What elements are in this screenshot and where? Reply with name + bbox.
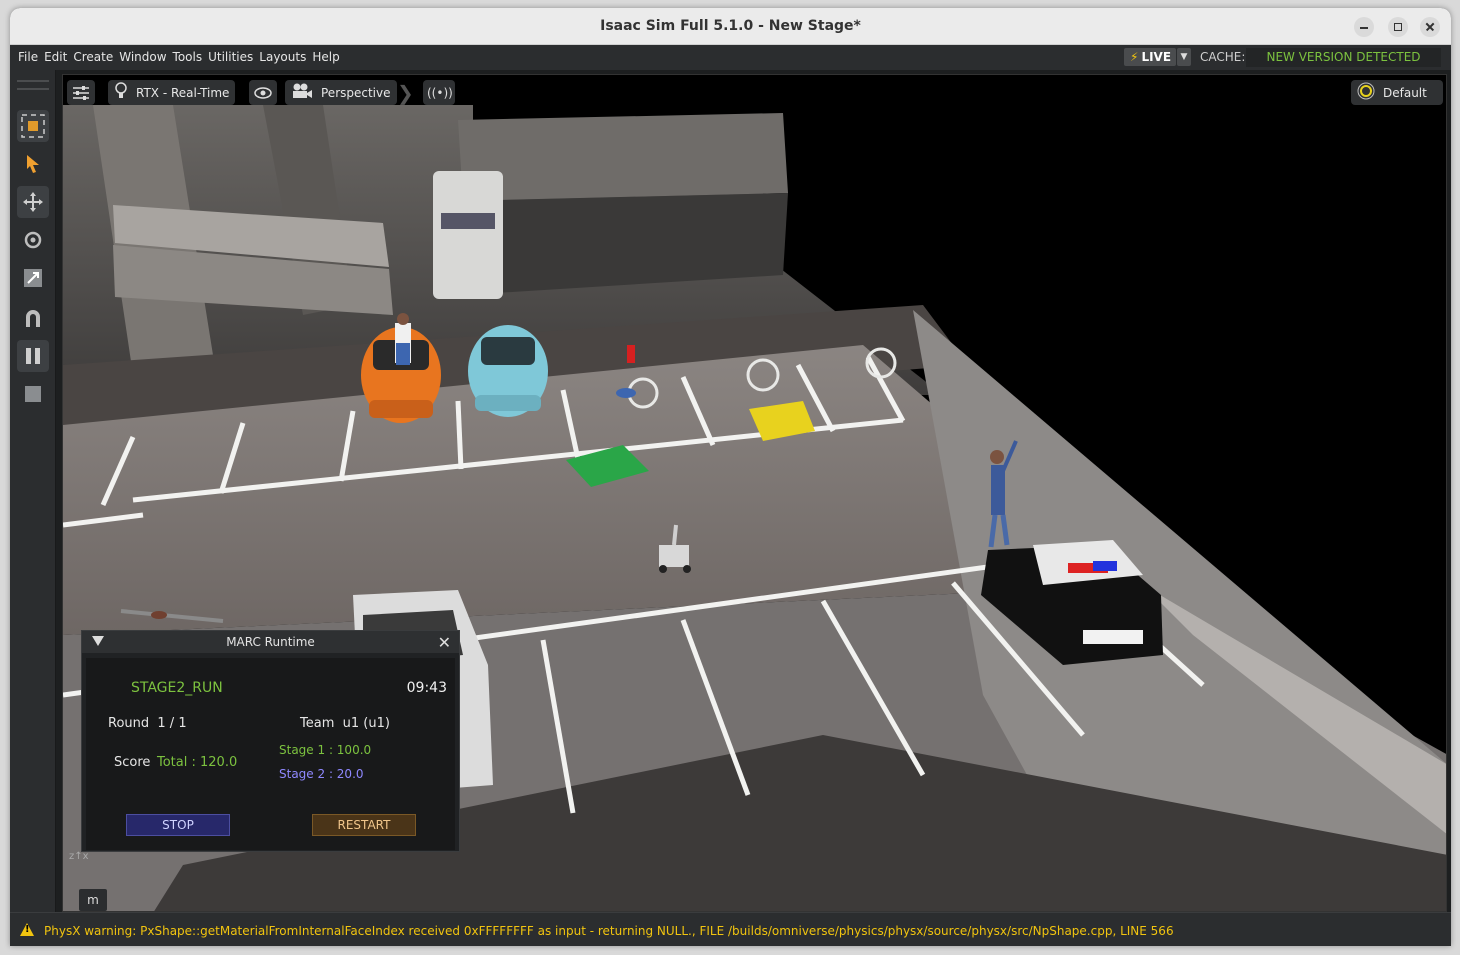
- score-total: Total : 120.0: [157, 755, 238, 770]
- chevron-down-icon: ▼: [1180, 52, 1188, 62]
- axis-gizmo: z↑x: [69, 851, 89, 862]
- chevron-right-icon: ❯: [397, 80, 414, 105]
- person-sitting: [395, 313, 411, 365]
- cube-select-icon: [21, 114, 45, 138]
- menu-tools[interactable]: Tools: [173, 50, 203, 64]
- toolbar-chevron[interactable]: ❯: [397, 80, 414, 105]
- move-tool-button[interactable]: [17, 186, 49, 218]
- app-window: Isaac Sim Full 5.1.0 - New Stage* File E…: [10, 8, 1451, 946]
- close-window-button[interactable]: [1420, 17, 1440, 37]
- left-toolbar: [10, 70, 56, 912]
- toolbar-grip[interactable]: [17, 80, 49, 90]
- broadcast-button[interactable]: ((•)): [423, 80, 455, 105]
- marc-title: MARC Runtime: [226, 635, 315, 649]
- sun-icon: [1357, 82, 1375, 104]
- close-icon[interactable]: ✕: [438, 632, 451, 654]
- menu-help[interactable]: Help: [312, 50, 339, 64]
- scale-icon: [24, 269, 42, 287]
- stage1-score: Stage 1 : 100.0: [279, 743, 372, 757]
- menu-edit[interactable]: Edit: [44, 50, 67, 64]
- live-label: LIVE: [1141, 50, 1172, 64]
- stop-icon: [25, 386, 41, 402]
- menu-window[interactable]: Window: [119, 50, 166, 64]
- lighting-button[interactable]: Default: [1351, 80, 1443, 105]
- marc-body: STAGE2_RUN 09:43 Round 1 / 1 Team u1 (u1…: [86, 658, 455, 850]
- lighting-label: Default: [1383, 85, 1427, 100]
- pause-button[interactable]: [17, 340, 49, 372]
- lightbulb-icon: [114, 81, 128, 104]
- warning-icon: [20, 923, 34, 936]
- team-info: Team u1 (u1): [300, 716, 390, 731]
- stage2-score: Stage 2 : 20.0: [279, 767, 364, 781]
- magnet-icon: [26, 310, 40, 327]
- sliders-icon: [73, 85, 89, 100]
- run-state: STAGE2_RUN: [131, 680, 223, 696]
- marc-header[interactable]: MARC Runtime ✕: [82, 631, 459, 653]
- menu-utilities[interactable]: Utilities: [208, 50, 253, 64]
- select-mode-button[interactable]: [17, 110, 49, 142]
- team-label: Team: [300, 716, 335, 731]
- run-timer: 09:43: [406, 680, 447, 696]
- minimize-button[interactable]: [1354, 17, 1374, 37]
- eye-icon: [254, 86, 272, 99]
- rotate-icon: [24, 231, 42, 249]
- menu-bar: File Edit Create Window Tools Utilities …: [10, 45, 1451, 70]
- round-label: Round: [108, 716, 150, 731]
- menu-layouts[interactable]: Layouts: [259, 50, 306, 64]
- menu-file[interactable]: File: [18, 50, 38, 64]
- main-menu: File Edit Create Window Tools Utilities …: [18, 50, 340, 64]
- visibility-button[interactable]: [249, 80, 277, 105]
- pause-icon: [26, 348, 40, 364]
- overlay-key[interactable]: m: [79, 889, 107, 911]
- marc-runtime-panel: MARC Runtime ✕ STAGE2_RUN 09:43 Round 1 …: [81, 630, 460, 852]
- render-mode-button[interactable]: RTX - Real-Time: [108, 80, 236, 105]
- rotate-tool-button[interactable]: [17, 224, 49, 256]
- scale-tool-button[interactable]: [17, 262, 49, 294]
- lightning-icon: ⚡: [1130, 50, 1139, 64]
- title-bar: Isaac Sim Full 5.1.0 - New Stage*: [10, 8, 1451, 45]
- select-tool-button[interactable]: [17, 148, 49, 180]
- render-mode-label: RTX - Real-Time: [136, 85, 230, 100]
- team-value: u1 (u1): [342, 716, 390, 731]
- status-message[interactable]: PhysX warning: PxShape::getMaterialFromI…: [44, 924, 1174, 938]
- round-value: 1 / 1: [157, 716, 187, 731]
- cache-status[interactable]: NEW VERSION DETECTED: [1246, 48, 1441, 67]
- fire-hydrant: [627, 345, 635, 363]
- camera-label: Perspective: [321, 85, 391, 100]
- broadcast-icon: ((•)): [427, 85, 453, 100]
- viewport-toolbar: RTX - Real-Time Perspective ❯ ((•)) Defa…: [63, 75, 1446, 109]
- move-icon: [23, 192, 43, 212]
- round-info: Round 1 / 1: [108, 716, 187, 731]
- menu-create[interactable]: Create: [73, 50, 113, 64]
- camera-button[interactable]: Perspective: [285, 80, 397, 105]
- stop-button[interactable]: STOP: [126, 814, 230, 836]
- camera-icon: [291, 83, 313, 103]
- maximize-button[interactable]: [1388, 17, 1408, 37]
- restart-button[interactable]: RESTART: [312, 814, 416, 836]
- live-button[interactable]: ⚡ LIVE: [1124, 48, 1176, 66]
- collapse-triangle-icon[interactable]: [92, 636, 104, 646]
- status-bar: PhysX warning: PxShape::getMaterialFromI…: [10, 912, 1451, 946]
- viewport-settings-button[interactable]: [67, 80, 95, 105]
- person-lying: [616, 388, 636, 398]
- live-dropdown-button[interactable]: ▼: [1177, 48, 1191, 66]
- score-label: Score: [114, 755, 151, 770]
- arrow-pointer-icon: [27, 155, 39, 173]
- stop-sim-button[interactable]: [17, 378, 49, 410]
- window-title: Isaac Sim Full 5.1.0 - New Stage*: [600, 18, 861, 34]
- snap-toggle-button[interactable]: [17, 302, 49, 334]
- cache-label: CACHE:: [1200, 50, 1246, 64]
- blue-car: [468, 325, 548, 417]
